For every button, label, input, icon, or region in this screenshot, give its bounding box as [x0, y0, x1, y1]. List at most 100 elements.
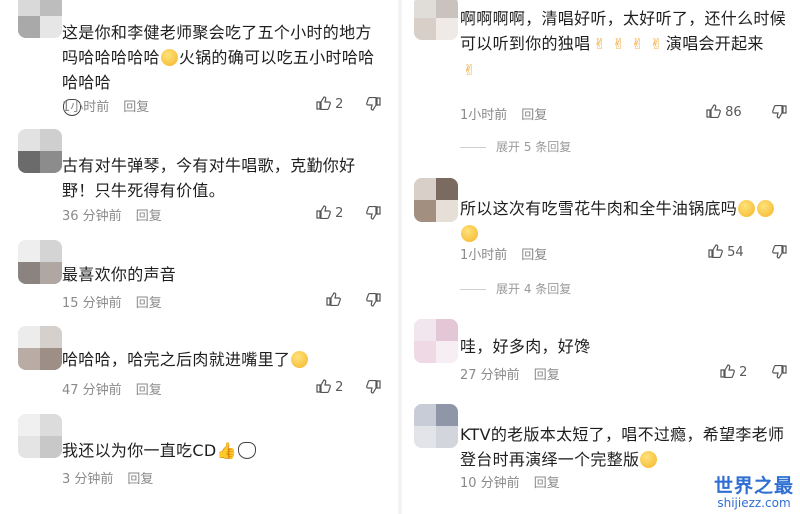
like-count: 2	[335, 97, 344, 112]
dislike-button[interactable]	[366, 379, 381, 398]
like-button[interactable]: 86	[706, 104, 742, 120]
thumbs-down-icon	[772, 364, 787, 379]
left-comment-column: 这是你和李健老师聚会吃了五个小时的地方吗哈哈哈哈哈 火锅的确可以吃五小时哈哈哈哈哈…	[0, 0, 400, 514]
avatar[interactable]	[414, 404, 458, 448]
avatar[interactable]	[18, 240, 62, 284]
comment-text: 啊啊啊啊，清唱好听，太好听了，还什么时候可以听到你的独唱 ✌ ✌ ✌ ✌ 演唱会开起来 ✌	[460, 6, 790, 83]
cat-emoji-icon	[237, 442, 256, 459]
dislike-button[interactable]	[366, 96, 381, 115]
avatar[interactable]	[414, 0, 458, 40]
like-button[interactable]: 2	[720, 364, 747, 380]
comment-time: 27 分钟前	[460, 368, 520, 383]
dislike-button[interactable]	[366, 292, 381, 311]
comment-text: 我还以为你一直吃CD👍	[62, 438, 382, 463]
comment-time: 1小时前	[460, 108, 508, 123]
dislike-button[interactable]	[772, 244, 787, 263]
dislike-button[interactable]	[772, 364, 787, 383]
comment-item: 古有对牛弹琴，今有对牛唱歌，克勤你好野！只牛死得有价值。 36 分钟前 回复 2	[0, 125, 400, 230]
like-count: 86	[725, 105, 742, 120]
comment-item: 这是你和李健老师聚会吃了五个小时的地方吗哈哈哈哈哈 火锅的确可以吃五小时哈哈哈哈哈…	[0, 0, 400, 120]
drooling-emoji-icon	[461, 225, 478, 242]
reply-button[interactable]: 回复	[123, 100, 149, 115]
thumbs-up-icon	[708, 244, 723, 259]
thumbs-down-icon	[366, 96, 381, 111]
comment-meta: 36 分钟前 回复	[62, 205, 162, 224]
like-button[interactable]: 2	[316, 96, 343, 112]
comment-text: 最喜欢你的声音	[62, 265, 177, 284]
like-button[interactable]: 54	[708, 244, 744, 260]
drooling-emoji-icon	[738, 200, 756, 217]
laughing-emoji-icon	[291, 351, 309, 368]
like-count: 2	[739, 365, 748, 380]
hand-emoji-icon: ✌	[463, 61, 476, 79]
dislike-button[interactable]	[366, 205, 381, 224]
comment-text: 古有对牛弹琴，今有对牛唱歌，克勤你好野！只牛死得有价值。	[62, 156, 356, 200]
thumbs-up-icon	[316, 379, 331, 394]
thumbs-up-icon	[720, 364, 735, 379]
comment-meta: 1小时前 回复	[62, 96, 149, 115]
thumbs-down-icon	[366, 379, 381, 394]
reply-button[interactable]: 回复	[136, 383, 162, 398]
comment-meta: 1小时前 回复	[460, 104, 547, 123]
right-comment-column: 啊啊啊啊，清唱好听，太好听了，还什么时候可以听到你的独唱 ✌ ✌ ✌ ✌ 演唱会开起来 ✌…	[402, 0, 800, 514]
comment-time: 47 分钟前	[62, 383, 122, 398]
thumbs-down-icon	[366, 205, 381, 220]
drooling-emoji-icon	[757, 200, 775, 217]
thumbs-up-icon	[706, 104, 721, 119]
reply-button[interactable]: 回复	[136, 209, 162, 224]
comment-text: 哈哈哈，哈完之后肉就进嘴里了	[62, 347, 382, 372]
comment-time: 3 分钟前	[62, 472, 114, 487]
like-count: 2	[335, 206, 344, 221]
expand-replies-link[interactable]: 展开 4 条回复	[460, 280, 571, 297]
like-count: 2	[335, 380, 344, 395]
like-count: 54	[727, 245, 744, 260]
comment-time: 15 分钟前	[62, 296, 122, 311]
laughing-emoji-icon	[640, 451, 658, 468]
watermark-url: shijiezz.com	[717, 496, 791, 510]
avatar[interactable]	[18, 326, 62, 370]
comment-meta: 10 分钟前 回复	[460, 472, 560, 491]
comment-meta: 27 分钟前 回复	[460, 364, 560, 383]
comment-item: 哈哈哈，哈完之后肉就进嘴里了 47 分钟前 回复 2	[0, 322, 400, 404]
like-button[interactable]: 2	[316, 205, 343, 221]
reply-button[interactable]: 回复	[534, 368, 560, 383]
laughing-emoji-icon	[160, 49, 178, 66]
avatar[interactable]	[414, 178, 458, 222]
comment-time: 36 分钟前	[62, 209, 122, 224]
thumbs-up-icon	[316, 205, 331, 220]
avatar[interactable]	[18, 414, 62, 458]
avatar[interactable]	[18, 0, 62, 38]
comment-meta: 3 分钟前 回复	[62, 468, 153, 487]
like-button[interactable]	[326, 292, 341, 308]
watermark-logo: 世界之最 shijiezz.com	[714, 471, 794, 510]
reply-button[interactable]: 回复	[534, 476, 560, 491]
thumbs-down-icon	[772, 244, 787, 259]
reply-button[interactable]: 回复	[521, 248, 547, 263]
expand-replies-link[interactable]: 展开 5 条回复	[460, 138, 571, 155]
comment-item: 啊啊啊啊，清唱好听，太好听了，还什么时候可以听到你的独唱 ✌ ✌ ✌ ✌ 演唱会开起来 ✌…	[402, 0, 800, 170]
reply-button[interactable]: 回复	[127, 472, 153, 487]
avatar[interactable]	[18, 129, 62, 173]
comment-meta: 47 分钟前 回复	[62, 379, 162, 398]
thumbs-up-icon	[326, 292, 341, 307]
reply-button[interactable]: 回复	[521, 108, 547, 123]
comment-item: 哇，好多肉，好馋 27 分钟前 回复 2	[402, 315, 800, 395]
comment-text: 所以这次有吃雪花牛肉和全牛油锅底吗	[460, 196, 790, 246]
thumbs-up-emoji-icon: 👍	[216, 441, 237, 460]
like-button[interactable]: 2	[316, 379, 343, 395]
hand-emoji-icon: ✌	[650, 35, 663, 53]
hand-emoji-icon: ✌	[631, 35, 645, 53]
comment-item: 最喜欢你的声音 15 分钟前 回复	[0, 236, 400, 316]
dislike-button[interactable]	[772, 104, 787, 123]
thumbs-down-icon	[772, 104, 787, 119]
comment-item: 所以这次有吃雪花牛肉和全牛油锅底吗 1小时前 回复 54 展开 4 条回复	[402, 174, 800, 302]
comment-meta: 1小时前 回复	[460, 244, 547, 263]
comment-time: 10 分钟前	[460, 476, 520, 491]
avatar[interactable]	[414, 319, 458, 363]
comment-text: KTV的老版本太短了，唱不过瘾，希望李老师登台时再演绎一个完整版	[460, 425, 785, 469]
thumbs-down-icon	[366, 292, 381, 307]
comment-time: 1小时前	[62, 100, 110, 115]
comment-text: 哇，好多肉，好馋	[460, 337, 591, 356]
reply-button[interactable]: 回复	[136, 296, 162, 311]
comment-item: 我还以为你一直吃CD👍 3 分钟前 回复	[0, 410, 400, 514]
